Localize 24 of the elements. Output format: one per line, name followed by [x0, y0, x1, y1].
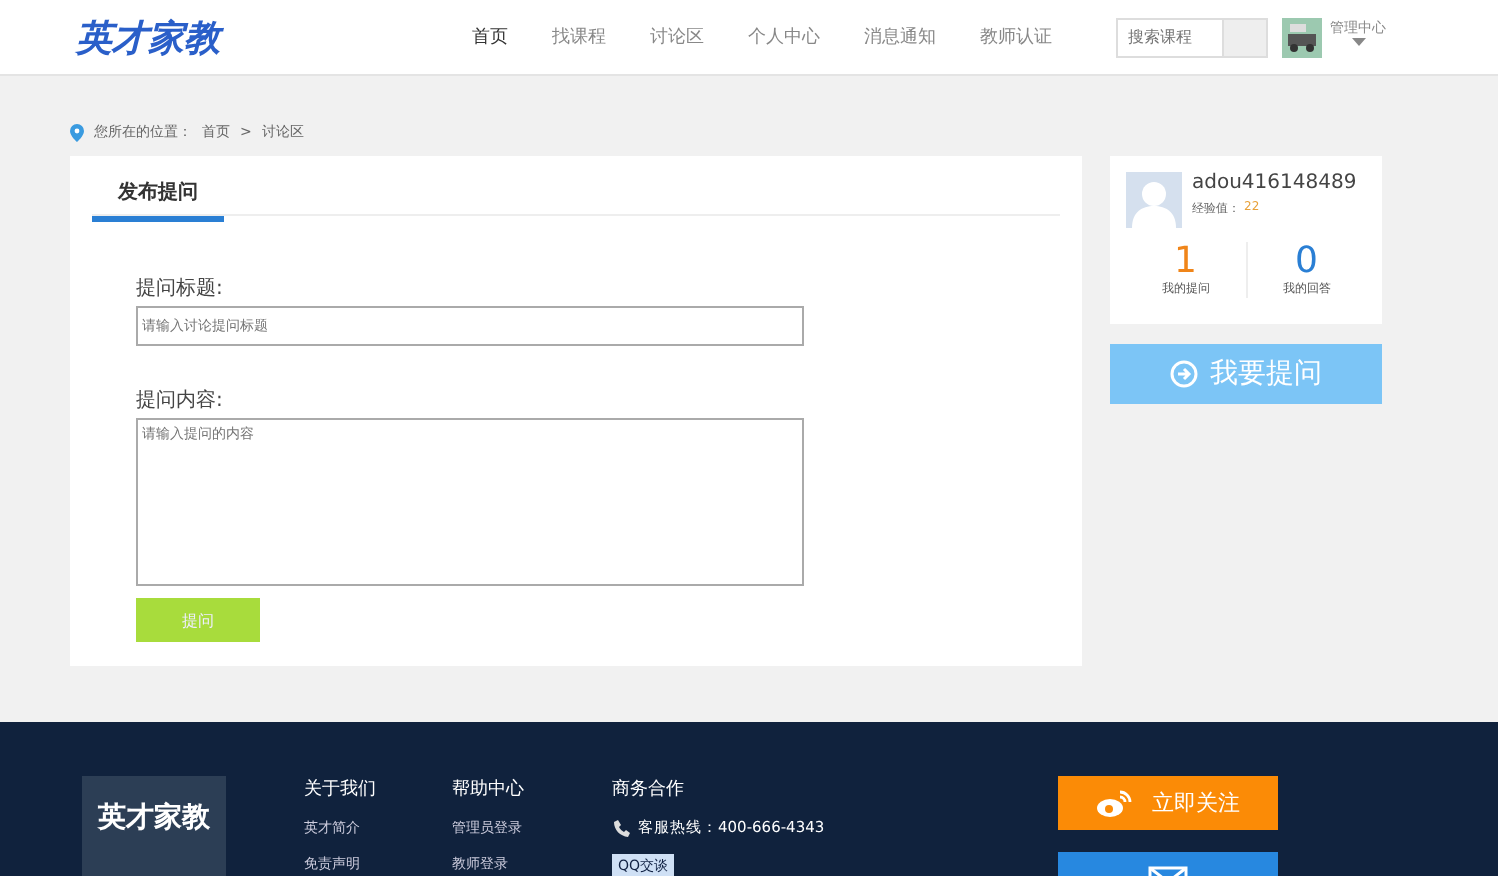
location-pin-icon: [70, 123, 84, 141]
arrow-circle-icon: [1170, 360, 1198, 388]
nav-link[interactable]: 消息通知: [864, 24, 936, 50]
footer-column-title: 商务合作: [612, 777, 686, 802]
avatar-placeholder-icon: [1126, 172, 1182, 228]
footer-logo: 英才家教: [82, 776, 226, 876]
form-tab[interactable]: 发布提问: [92, 170, 224, 222]
avatar-icon[interactable]: [1282, 17, 1322, 57]
nav-link[interactable]: 首页: [472, 24, 508, 50]
phone-icon: [612, 819, 630, 837]
stat-count[interactable]: 0: [1295, 242, 1318, 280]
username: adou416148489: [1192, 172, 1357, 194]
field-label: 提问内容:: [136, 387, 223, 414]
field-label: 提问标题:: [136, 275, 223, 302]
nav-link[interactable]: 个人中心: [748, 24, 820, 50]
nav-link[interactable]: 找课程: [552, 24, 606, 50]
footer-column-title: 关于我们: [304, 777, 378, 802]
footer-column-title: 帮助中心: [452, 777, 526, 802]
site-logo[interactable]: 英才家教: [76, 13, 472, 61]
caret-icon[interactable]: [1351, 37, 1365, 45]
weibo-icon: [1096, 789, 1132, 817]
nav-link[interactable]: 教师认证: [980, 24, 1052, 50]
nav-link[interactable]: 讨论区: [650, 24, 704, 50]
search-field[interactable]: 搜索课程: [1116, 17, 1224, 57]
